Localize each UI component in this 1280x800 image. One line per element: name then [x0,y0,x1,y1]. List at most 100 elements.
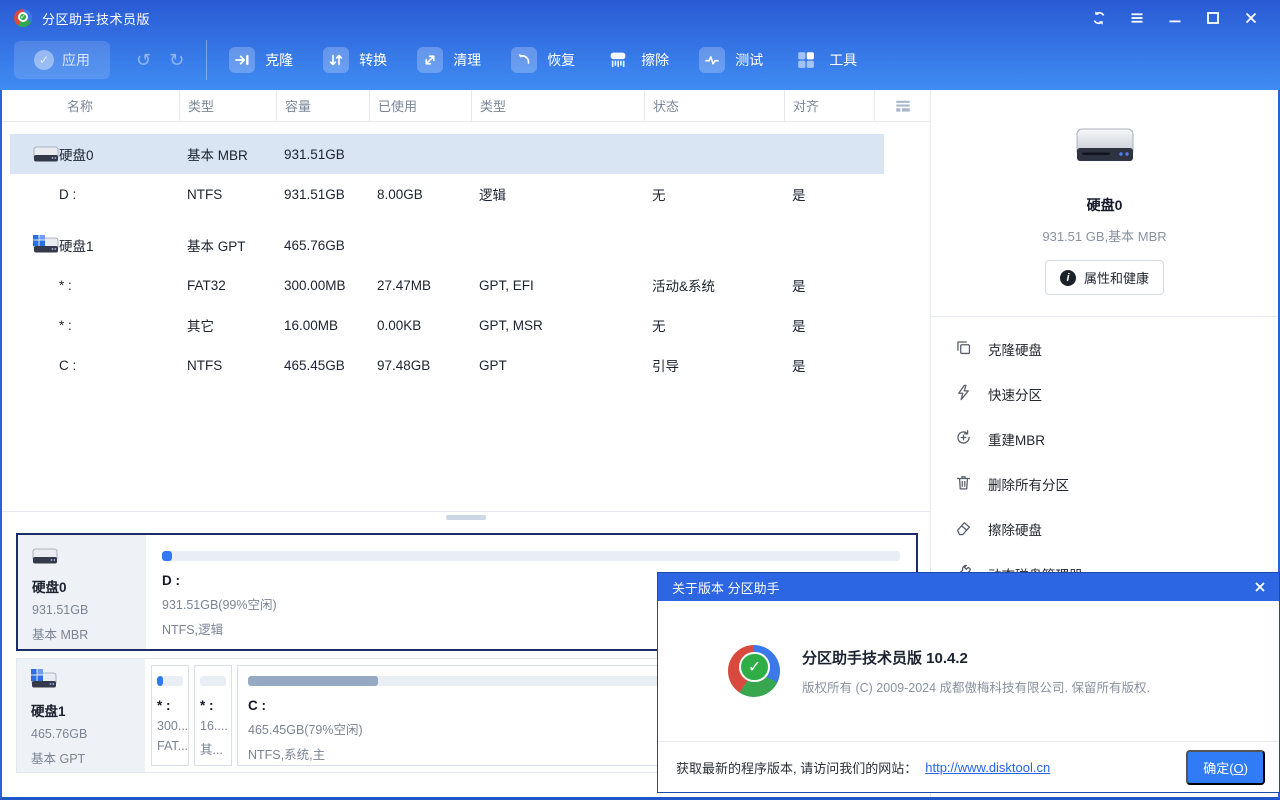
dialog-close-icon[interactable] [1253,580,1267,594]
column-header[interactable]: 类型 [471,90,644,121]
sidebar-item-label: 克隆硬盘 [988,339,1042,359]
splitter-handle[interactable] [446,515,486,520]
toolbar-button-label: 克隆 [265,50,293,70]
maximize-icon[interactable] [1194,3,1232,33]
table-cell: 引导 [644,355,784,375]
column-header[interactable]: 名称 [10,90,179,121]
minimize-icon[interactable] [1156,3,1194,33]
table-row-partition[interactable]: * :其它16.00MB0.00KBGPT, MSR无是 [10,305,884,345]
sidebar-item-quick-partition[interactable]: 快速分区 [931,371,1278,416]
disk-gpt-icon [31,675,57,692]
app-logo-icon: ✓ [14,9,32,27]
toolbar-button-clean[interactable]: 清理 [417,47,481,73]
toolbar-button-label: 清理 [453,50,481,70]
disk-info[interactable]: 硬盘1 465.76GB 基本 GPT [17,659,145,772]
sidebar-item-delete-all-partitions[interactable]: 删除所有分区 [931,461,1278,506]
sidebar-item-rebuild-mbr[interactable]: 重建MBR [931,416,1278,461]
partition-name: * : [10,278,179,293]
partition-name: * : [10,318,179,333]
partition-size: 16.... [200,719,226,733]
partition-block[interactable]: * : 300... FAT... [151,665,189,766]
ok-button[interactable]: 确定(O) [1186,750,1265,785]
close-icon[interactable] [1232,3,1270,33]
menu-icon[interactable] [1118,3,1156,33]
disk-mbr-icon [32,551,58,568]
table-cell: 是 [784,355,874,375]
table-cell: 逻辑 [471,184,644,204]
toolbar-buttons: 克隆 转换 清理 恢复 擦除 测试 工具 [229,47,857,73]
dialog-copyright: 版权所有 (C) 2009-2024 成都傲梅科技有限公司. 保留所有版权. [802,677,1150,696]
sidebar-item-label: 删除所有分区 [988,474,1069,494]
table-row-disk[interactable]: 硬盘1基本 GPT465.76GB [10,225,884,265]
dialog-titlebar[interactable]: 关于版本 分区助手 [658,573,1279,601]
column-header[interactable]: 状态 [644,90,784,121]
usage-bar [200,676,226,686]
partition-label: * : [157,698,183,713]
quick-partition-icon [954,383,973,405]
table-row-partition[interactable]: D :NTFS931.51GB8.00GB逻辑无是 [10,174,884,214]
table-cell: GPT, EFI [471,278,644,293]
table-row-disk[interactable]: 硬盘0基本 MBR931.51GB [10,134,884,174]
toolbar-button-tools[interactable]: 工具 [793,47,857,73]
dialog-body: ✓ 分区助手技术员版 10.4.2 版权所有 (C) 2009-2024 成都傲… [658,601,1279,741]
disk-panel-size: 931.51GB [32,603,146,617]
disk-panel-type: 基本 GPT [31,748,145,767]
properties-health-button[interactable]: 属性和健康 [1045,260,1164,295]
column-header[interactable]: 类型 [179,90,276,121]
delete-all-partitions-icon [954,473,973,495]
disk-mbr-icon [33,144,59,164]
dialog-footer-text: 获取最新的程序版本, 请访问我们的网站： [676,758,917,777]
disk-panel-name: 硬盘0 [32,576,146,596]
column-header[interactable]: 容量 [276,90,369,121]
clean-icon [417,47,443,73]
info-icon [1060,270,1076,286]
disk-name: 硬盘0 [10,144,179,164]
table-cell: 8.00GB [369,187,471,202]
table-cell: FAT32 [179,278,276,293]
table-cell: 其它 [179,315,276,335]
partition-fs: FAT... [157,739,183,753]
partition-block[interactable]: * : 16.... 其... [194,665,232,766]
table-cell: 是 [784,315,874,335]
disk-illustration-icon [1075,155,1135,172]
apply-button[interactable]: ✓ 应用 [14,41,110,79]
column-header[interactable]: 对齐 [784,90,874,121]
toolbar-button-test[interactable]: 测试 [699,47,763,73]
test-icon [699,47,725,73]
table-row-partition[interactable]: C :NTFS465.45GB97.48GBGPT引导是 [10,345,884,385]
table-cell: 931.51GB [276,147,369,162]
column-header[interactable]: 已使用 [369,90,471,121]
toolbar-button-clone[interactable]: 克隆 [229,47,293,73]
toolbar-button-label: 测试 [735,50,763,70]
table-row-partition[interactable]: * :FAT32300.00MB27.47MBGPT, EFI活动&系统是 [10,265,884,305]
table-cell: GPT, MSR [471,318,644,333]
table-cell: 是 [784,184,874,204]
toolbar-button-erase[interactable]: 擦除 [605,47,669,73]
splitter[interactable] [2,511,930,533]
recover-icon [511,47,537,73]
refresh-icon[interactable] [1080,3,1118,33]
dialog-title: 关于版本 分区助手 [672,578,780,597]
app-logo-large-icon: ✓ [728,645,780,697]
table-cell: 465.45GB [276,358,369,373]
website-link[interactable]: http://www.disktool.cn [925,760,1050,775]
disk-info[interactable]: 硬盘0 931.51GB 基本 MBR [18,535,146,649]
table-cell: 300.00MB [276,278,369,293]
sidebar-item-wipe-disk[interactable]: 擦除硬盘 [931,506,1278,551]
redo-icon[interactable]: ↻ [169,50,184,71]
view-options-icon[interactable] [874,90,930,121]
rebuild-mbr-icon [954,428,973,450]
sidebar-item-label: 擦除硬盘 [988,519,1042,539]
toolbar-button-convert[interactable]: 转换 [323,47,387,73]
table-cell: 27.47MB [369,278,471,293]
about-dialog: 关于版本 分区助手 ✓ 分区助手技术员版 10.4.2 版权所有 (C) 200… [657,572,1280,793]
undo-icon[interactable]: ↺ [136,50,151,71]
sidebar-item-clone-disk[interactable]: 克隆硬盘 [931,326,1278,371]
table-cell: 基本 MBR [179,144,276,164]
partition-name: D : [10,187,179,202]
toolbar-button-recover[interactable]: 恢复 [511,47,575,73]
dialog-footer: 获取最新的程序版本, 请访问我们的网站： http://www.disktool… [658,741,1279,792]
usage-bar [162,551,900,561]
table-cell: NTFS [179,358,276,373]
sidebar-item-label: 重建MBR [988,429,1045,449]
